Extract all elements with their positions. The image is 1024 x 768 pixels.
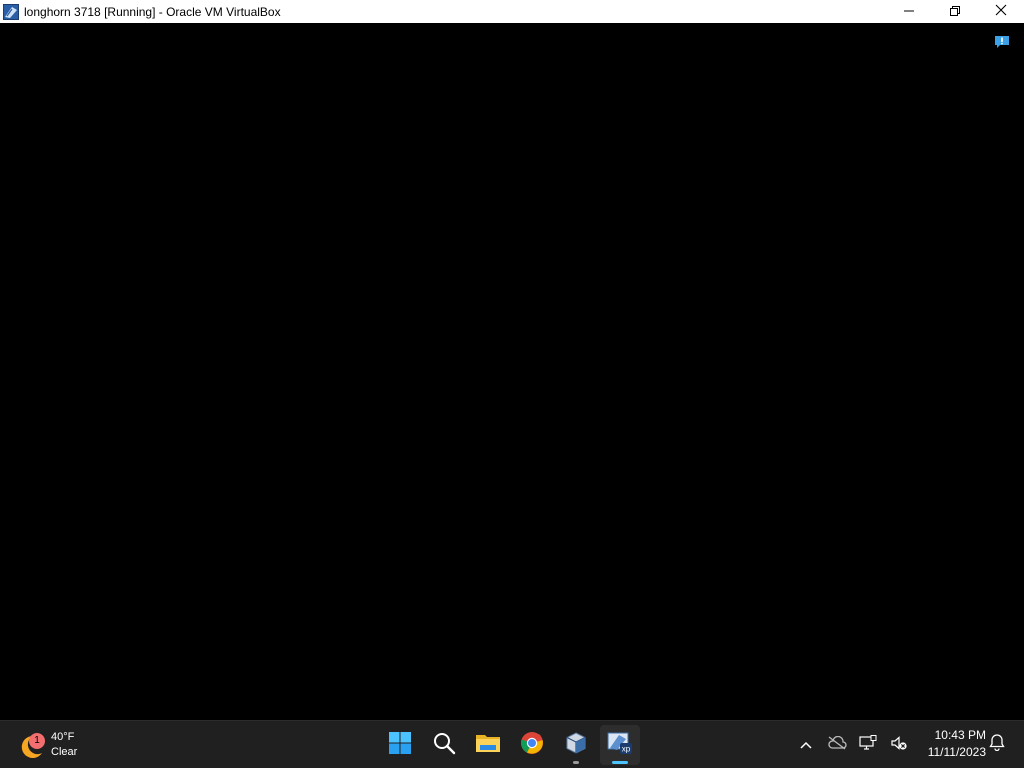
moon-icon: 1 [14,729,46,761]
chrome-button[interactable] [512,725,552,765]
folder-icon [475,731,501,760]
clock-time: 10:43 PM [934,728,986,742]
onedrive-button[interactable] [826,725,848,765]
minimize-icon [904,3,914,21]
search-icon [432,731,456,760]
file-explorer-button[interactable] [468,725,508,765]
chrome-icon [520,731,544,760]
notification-indicator-icon[interactable] [994,34,1010,50]
window-controls [886,0,1024,23]
restore-icon [950,3,960,21]
network-icon [859,734,877,756]
notifications-button[interactable] [986,733,1008,755]
active-indicator [612,761,628,764]
virtualbox-vm-button[interactable]: xp [600,725,640,765]
weather-temperature: 40°F [51,731,75,743]
minimize-button[interactable] [886,0,932,23]
start-button[interactable] [380,725,420,765]
bell-icon [989,733,1005,756]
clock-date: 11/11/2023 [927,745,986,759]
window-title: longhorn 3718 [Running] - Oracle VM Virt… [24,4,281,19]
show-hidden-icons-button[interactable] [795,725,817,765]
svg-text:xp: xp [622,744,631,753]
vm-xp-icon: xp [607,730,633,761]
system-tray [795,725,919,765]
taskbar: 1 40°F Clear xp 10:43 PM 11/11/2023 [0,720,1024,768]
network-button[interactable] [857,725,879,765]
vm-display[interactable] [0,23,1024,720]
onedrive-offline-icon [827,735,847,755]
close-button[interactable] [978,0,1024,23]
windows-start-icon [388,731,412,760]
virtualbox-icon [564,731,588,760]
weather-widget[interactable]: 1 40°F Clear [14,725,77,765]
virtualbox-manager-button[interactable] [556,725,596,765]
taskbar-apps: xp [380,725,644,765]
running-indicator [573,761,579,764]
restore-button[interactable] [932,0,978,23]
search-button[interactable] [424,725,464,765]
chevron-up-icon [800,736,812,754]
volume-muted-icon [890,735,908,756]
weather-condition: Clear [51,746,78,758]
virtualbox-vm-icon [3,3,19,20]
close-icon [995,3,1007,21]
volume-button[interactable] [888,725,910,765]
weather-badge: 1 [29,733,45,749]
clock[interactable]: 10:43 PM 11/11/2023 [914,727,986,761]
window-titlebar[interactable]: longhorn 3718 [Running] - Oracle VM Virt… [0,0,1024,23]
